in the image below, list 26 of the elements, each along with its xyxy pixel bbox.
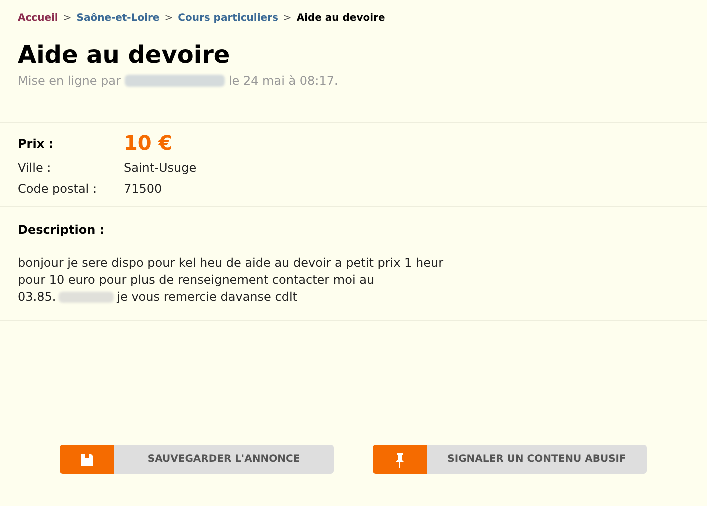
description-line: 03.85. [18, 289, 56, 306]
description-line: je vous remercie davanse cdlt [117, 289, 298, 306]
posted-by-text: Mise en ligne par [18, 73, 121, 90]
breadcrumb-link[interactable]: Accueil [18, 11, 58, 26]
detail-value: Saint-Usuge [124, 160, 197, 177]
save-ad-button[interactable]: SAUVEGARDER L'ANNONCE [60, 445, 334, 474]
detail-label: Prix : [18, 136, 55, 152]
breadcrumb-separator: > [283, 12, 292, 26]
breadcrumb-link[interactable]: Saône-et-Loire [76, 11, 160, 26]
detail-value: 71500 [124, 181, 162, 198]
pin-icon [395, 452, 405, 468]
posted-date-text: le 24 mai à 08:17. [228, 73, 338, 90]
price-value: 10 € [124, 131, 173, 156]
detail-label: Code postal : [18, 181, 98, 198]
detail-label: Ville : [18, 160, 52, 177]
redacted-phone [59, 292, 114, 303]
ad-title: Aide au devoire [17, 40, 232, 70]
breadcrumb-separator: > [164, 12, 174, 26]
description-heading: Description : [18, 222, 106, 239]
breadcrumb-current: Aide au devoire [296, 12, 386, 26]
description-line: pour 10 euro pour plus de renseignement contacter moi au [18, 272, 375, 289]
description-line: bonjour je sere dispo pour kel heu de aide au devoir a petit prix 1 heur [18, 255, 444, 272]
breadcrumb-separator: > [63, 12, 72, 26]
breadcrumb-link[interactable]: Cours particuliers [178, 11, 278, 26]
floppy-icon [80, 452, 94, 466]
report-abuse-button[interactable]: SIGNALER UN CONTENU ABUSIF [373, 445, 647, 474]
